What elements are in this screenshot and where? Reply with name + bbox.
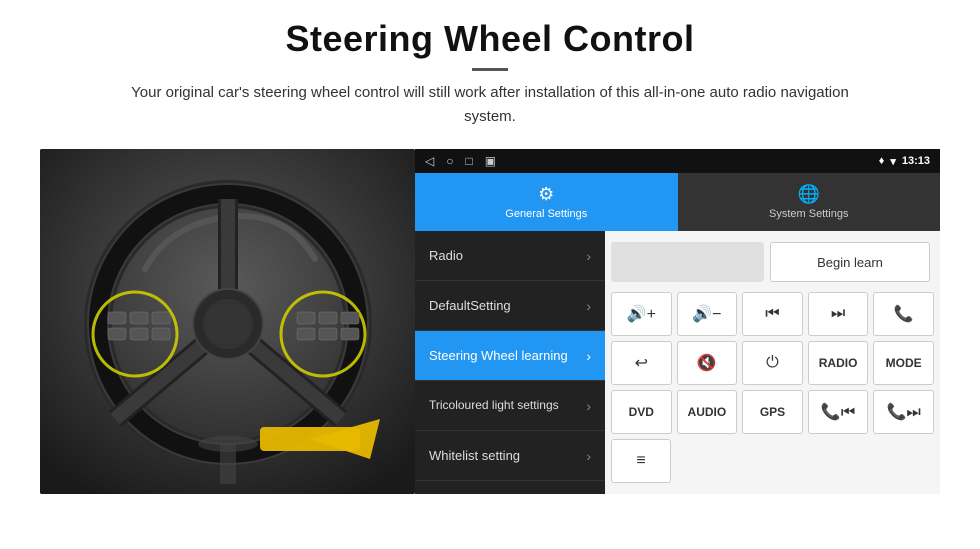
dvd-label: DVD [629, 405, 654, 419]
prev-icon: ⏮ [765, 305, 779, 323]
page-title: Steering Wheel Control [40, 18, 940, 60]
menu-whitelist-chevron: › [586, 448, 591, 464]
content-row: ◁ ○ □ ▣ ♦ ▾ 13:13 ⚙ General Settings [40, 149, 940, 494]
mode-button[interactable]: MODE [873, 341, 934, 385]
prev-track-button[interactable]: ⏮ [742, 292, 803, 336]
tab-system-label: System Settings [769, 208, 848, 220]
power-icon: ⏻ [766, 354, 779, 372]
main-area: Radio › DefaultSetting › Steering Wheel … [415, 231, 940, 494]
call-next-icon: 📞⏭ [887, 402, 921, 422]
menu-steering-label: Steering Wheel learning [429, 348, 568, 363]
menu-whitelist-label: Whitelist setting [429, 448, 520, 463]
mode-label: MODE [886, 356, 922, 370]
audio-label: AUDIO [688, 405, 727, 419]
call-icon: 📞 [894, 304, 914, 324]
right-controls: Begin learn 🔊+ 🔊− ⏮ [605, 231, 940, 494]
menu-steering-chevron: › [586, 348, 591, 364]
tab-system-settings[interactable]: 🌐 System Settings [678, 173, 941, 231]
power-button[interactable]: ⏻ [742, 341, 803, 385]
menu-nav-icon[interactable]: ▣ [485, 154, 496, 168]
signal-icon: ▾ [890, 155, 896, 168]
android-panel: ◁ ○ □ ▣ ♦ ▾ 13:13 ⚙ General Settings [415, 149, 940, 494]
gps-icon: ♦ [879, 155, 885, 167]
mute-icon: 🔇 [697, 353, 717, 373]
menu-default-label: DefaultSetting [429, 298, 511, 313]
control-row-2: ↩ 🔇 ⏻ RADIO MODE [611, 341, 934, 385]
home-nav-icon[interactable]: ○ [446, 154, 453, 168]
vol-down-icon: 🔊− [692, 304, 721, 324]
hangup-icon: ↩ [635, 353, 648, 373]
left-menu: Radio › DefaultSetting › Steering Wheel … [415, 231, 605, 494]
tab-general-label: General Settings [505, 208, 587, 220]
menu-item-tricoloured[interactable]: Tricoloured light settings › [415, 381, 605, 431]
list-button[interactable]: ≡ [611, 439, 671, 483]
status-bar: ◁ ○ □ ▣ ♦ ▾ 13:13 [415, 149, 940, 173]
hangup-button[interactable]: ↩ [611, 341, 672, 385]
next-track-button[interactable]: ⏭ [808, 292, 869, 336]
menu-radio-label: Radio [429, 248, 463, 263]
status-bar-info: ♦ ▾ 13:13 [879, 155, 930, 168]
control-row-1: 🔊+ 🔊− ⏮ ⏭ 📞 [611, 292, 934, 336]
steering-wheel-image [40, 149, 415, 494]
mute-button[interactable]: 🔇 [677, 341, 738, 385]
menu-item-default-setting[interactable]: DefaultSetting › [415, 281, 605, 331]
call-prev-button[interactable]: 📞⏮ [808, 390, 869, 434]
status-time: 13:13 [902, 155, 930, 167]
next-icon: ⏭ [831, 305, 845, 323]
vol-up-icon: 🔊+ [627, 304, 656, 324]
back-nav-icon[interactable]: ◁ [425, 154, 434, 168]
menu-item-whitelist[interactable]: Whitelist setting › [415, 431, 605, 481]
subtitle-text: Your original car's steering wheel contr… [130, 81, 850, 129]
control-row-3: DVD AUDIO GPS 📞⏮ 📞⏭ [611, 390, 934, 434]
menu-tricoloured-label: Tricoloured light settings [429, 398, 559, 414]
menu-item-steering-wheel[interactable]: Steering Wheel learning › [415, 331, 605, 381]
general-settings-icon: ⚙ [538, 184, 554, 205]
control-row-4: ≡ [611, 439, 671, 483]
audio-button[interactable]: AUDIO [677, 390, 738, 434]
call-next-button[interactable]: 📞⏭ [873, 390, 934, 434]
vol-up-button[interactable]: 🔊+ [611, 292, 672, 336]
title-divider [472, 68, 508, 71]
call-prev-icon: 📞⏮ [821, 402, 855, 422]
status-bar-nav: ◁ ○ □ ▣ [425, 154, 496, 168]
menu-item-radio[interactable]: Radio › [415, 231, 605, 281]
begin-learn-button[interactable]: Begin learn [770, 242, 930, 282]
tab-bar: ⚙ General Settings 🌐 System Settings [415, 173, 940, 231]
menu-default-chevron: › [586, 298, 591, 314]
gps-label: GPS [760, 405, 785, 419]
tab-general-settings[interactable]: ⚙ General Settings [415, 173, 678, 231]
system-settings-icon: 🌐 [798, 184, 820, 205]
dvd-button[interactable]: DVD [611, 390, 672, 434]
menu-tricoloured-chevron: › [586, 398, 591, 414]
call-button[interactable]: 📞 [873, 292, 934, 336]
menu-radio-chevron: › [586, 248, 591, 264]
radio-label: RADIO [819, 356, 858, 370]
vol-down-button[interactable]: 🔊− [677, 292, 738, 336]
list-icon: ≡ [636, 452, 645, 470]
empty-slot [611, 242, 764, 282]
radio-button[interactable]: RADIO [808, 341, 869, 385]
gps-button[interactable]: GPS [742, 390, 803, 434]
begin-learn-row: Begin learn [611, 237, 934, 287]
recents-nav-icon[interactable]: □ [465, 154, 472, 168]
